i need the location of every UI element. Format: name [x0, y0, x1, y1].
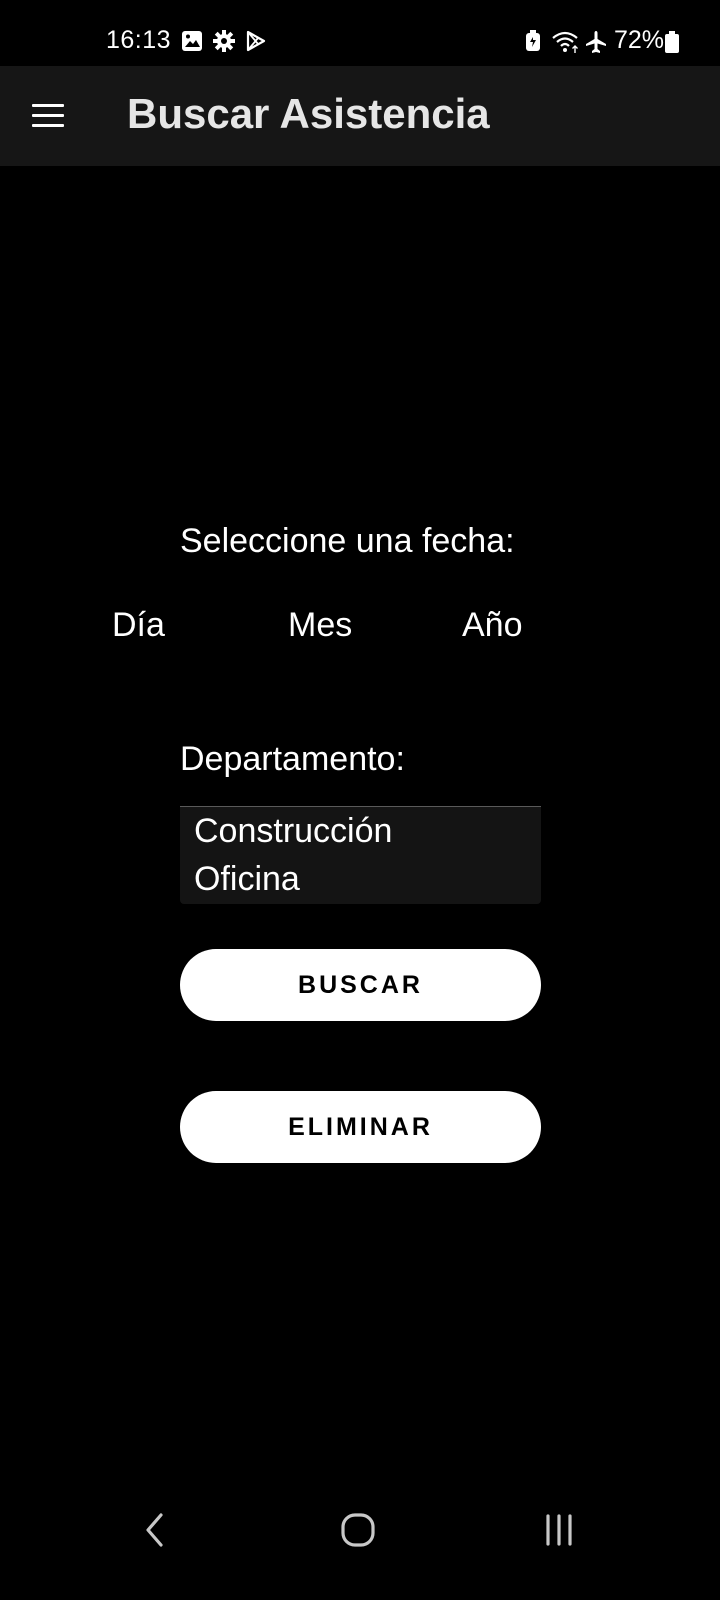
department-option[interactable]: Construcción: [180, 807, 541, 855]
day-selector[interactable]: Día: [112, 606, 165, 645]
department-option[interactable]: Oficina: [180, 855, 541, 903]
year-selector[interactable]: Año: [462, 606, 523, 645]
page-title: Buscar Asistencia: [127, 90, 490, 137]
wifi-icon: [552, 31, 578, 53]
play-store-icon: [246, 30, 266, 52]
status-time: 16:13: [106, 26, 172, 54]
airplane-icon: [586, 31, 606, 53]
battery-percentage: 72%: [614, 26, 665, 54]
settings-icon: [213, 30, 235, 52]
delete-button[interactable]: ELIMINAR: [180, 1091, 541, 1163]
date-label: Seleccione una fecha:: [180, 522, 515, 560]
battery-saver-icon: [526, 30, 540, 51]
image-icon: [182, 31, 202, 51]
department-list[interactable]: Construcción Oficina: [180, 806, 541, 904]
department-label: Departamento:: [180, 740, 405, 778]
home-icon[interactable]: [340, 1512, 376, 1548]
hamburger-menu-icon[interactable]: [26, 96, 70, 136]
recents-icon[interactable]: [544, 1512, 576, 1548]
battery-icon: [665, 31, 679, 53]
month-selector[interactable]: Mes: [288, 606, 352, 645]
navigation-bar: [0, 1500, 720, 1600]
status-bar: 16:13 72%: [0, 0, 720, 66]
back-icon[interactable]: [143, 1512, 167, 1548]
app-bar: Buscar Asistencia: [0, 66, 720, 166]
search-button[interactable]: BUSCAR: [180, 949, 541, 1021]
